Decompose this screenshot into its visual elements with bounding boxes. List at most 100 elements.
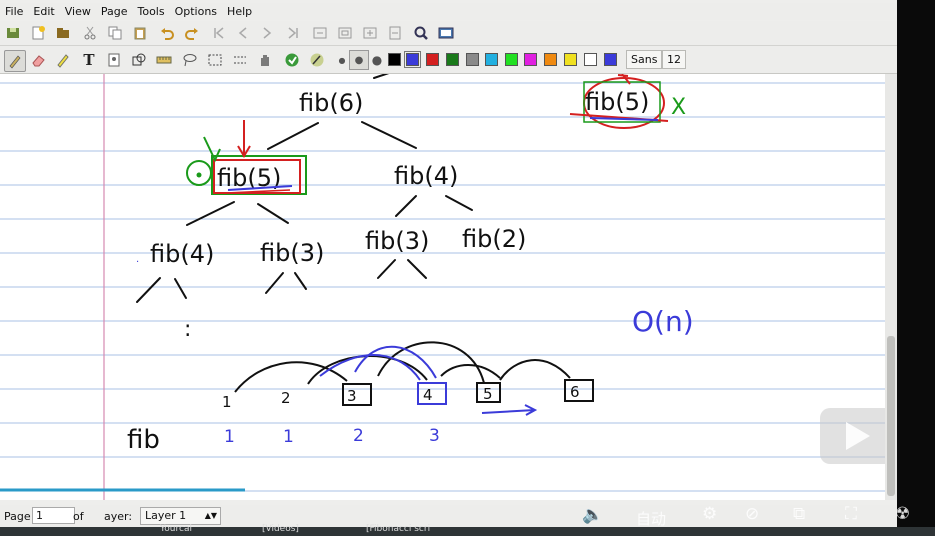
menu-file[interactable]: File [0, 3, 28, 18]
menu-edit[interactable]: Edit [28, 3, 59, 18]
new-page-icon[interactable] [29, 24, 47, 42]
settings-icon[interactable]: ⚙ [702, 504, 717, 524]
zoom-out-icon[interactable] [311, 24, 329, 42]
play-icon [846, 422, 870, 450]
color-swatch[interactable] [584, 53, 597, 66]
color-swatch[interactable] [485, 53, 498, 66]
page-label: Page [4, 510, 31, 523]
image-tool-icon[interactable] [105, 51, 123, 69]
default-tool-icon[interactable] [283, 51, 301, 69]
continuation-dots: : [184, 317, 191, 342]
color-swatch[interactable] [466, 53, 479, 66]
color-swatch[interactable] [404, 51, 421, 68]
ruled-page: fib(6) fib(5) fib(4) fib(4) fib(3) fib(3… [0, 74, 885, 500]
highlighter-icon[interactable] [54, 51, 72, 69]
complexity-label: O(n) [632, 305, 694, 338]
number-5: 5 [483, 385, 493, 403]
menu-page[interactable]: Page [96, 3, 133, 18]
menu-tools[interactable]: Tools [132, 3, 169, 18]
taskbar-item-xournal[interactable]: Yourcal [160, 524, 192, 534]
menu-help[interactable]: Help [222, 3, 257, 18]
cut-icon[interactable] [81, 24, 99, 42]
last-page-icon[interactable] [284, 24, 302, 42]
page-number-input[interactable]: 1 [32, 507, 75, 524]
lasso-icon[interactable] [181, 51, 199, 69]
taskbar-item-videos[interactable]: [Videos] [262, 524, 299, 534]
fib-value-2: 1 [283, 427, 294, 447]
number-6: 6 [570, 383, 580, 401]
first-page-icon[interactable] [210, 24, 228, 42]
pip-icon[interactable]: ⧉ [793, 504, 805, 524]
black-arcs [234, 341, 571, 393]
medium-dot-icon[interactable]: ● [349, 50, 369, 70]
prev-page-icon[interactable] [234, 24, 252, 42]
font-family-button[interactable]: Sans [626, 50, 663, 69]
color-swatch[interactable] [524, 53, 537, 66]
menu-view[interactable]: View [60, 3, 96, 18]
color-swatch[interactable] [564, 53, 577, 66]
tree-root: fib(6) [299, 89, 363, 117]
color-swatch[interactable] [604, 53, 617, 66]
tree-node-fib4-left: fib(4) [150, 240, 214, 268]
taskbar: Yourcal [Videos] [Fibonacci scri [0, 524, 935, 536]
page-of-label: of [73, 510, 84, 523]
hand-icon[interactable] [256, 51, 274, 69]
dropdown-arrow-icon: ▲▼ [204, 511, 217, 520]
fib-value-4: 3 [429, 426, 440, 446]
no-signal-icon[interactable]: ⊘ [745, 504, 759, 524]
fullscreen-toggle-icon[interactable]: ⛶ [845, 504, 857, 524]
zoom-in-icon[interactable] [361, 24, 379, 42]
thick-dot-icon[interactable]: ● [368, 51, 386, 69]
default-pen-icon[interactable] [308, 51, 326, 69]
menu-options[interactable]: Options [170, 3, 222, 18]
tree-node-fib4: fib(4) [394, 162, 458, 190]
copy-icon[interactable] [106, 24, 124, 42]
play-button-overlay[interactable] [820, 408, 885, 464]
color-swatch[interactable] [544, 53, 557, 66]
undo-icon[interactable] [158, 24, 176, 42]
layer-select[interactable]: Layer 1 ▲▼ [140, 507, 221, 525]
number-1: 1 [222, 393, 232, 411]
corner-logo-icon: ☢ [895, 504, 911, 524]
drawing-canvas[interactable]: fib(6) fib(5) fib(4) fib(4) fib(3) fib(3… [0, 74, 885, 500]
stray-dot: . [136, 254, 139, 265]
page-width-icon[interactable] [386, 24, 404, 42]
fib-value-3: 2 [353, 426, 364, 446]
number-4: 4 [423, 386, 433, 404]
color-swatch[interactable] [388, 53, 401, 66]
scroll-thumb[interactable] [887, 336, 895, 496]
corner-cross: X [671, 95, 686, 120]
number-2: 2 [281, 389, 291, 407]
main-toolbar [0, 21, 897, 46]
volume-icon[interactable]: 🔈 [582, 505, 603, 525]
tools-toolbar: T ● ● ● Sans 12 [0, 46, 897, 74]
pen-icon[interactable] [4, 50, 26, 72]
zoom-fit-icon[interactable] [336, 24, 354, 42]
xournal-window: FileEditViewPageToolsOptionsHelp T [0, 0, 897, 536]
tree-node-fib2: fib(2) [462, 225, 526, 253]
color-swatch[interactable] [505, 53, 518, 66]
auto-quality-label[interactable]: 自动 [636, 508, 666, 529]
color-swatch[interactable] [426, 53, 439, 66]
text-tool-icon[interactable]: T [80, 51, 98, 69]
search-icon[interactable] [412, 24, 430, 42]
number-3: 3 [347, 387, 357, 405]
corner-fib5: fib(5) [585, 88, 649, 116]
fullscreen-icon[interactable] [437, 24, 455, 42]
taskbar-item-fibonacci[interactable]: [Fibonacci scri [366, 524, 430, 534]
open-icon[interactable] [54, 24, 72, 42]
redo-icon[interactable] [183, 24, 201, 42]
number-boxes [342, 379, 594, 406]
next-page-icon[interactable] [258, 24, 276, 42]
font-size-button[interactable]: 12 [662, 50, 686, 69]
layer-label: ayer: [104, 510, 133, 523]
eraser-icon[interactable] [29, 51, 47, 69]
paste-icon[interactable] [131, 24, 149, 42]
vertical-scrollbar[interactable] [885, 74, 897, 500]
vertical-space-icon[interactable] [231, 51, 249, 69]
shape-recognizer-icon[interactable] [130, 51, 148, 69]
ruler-icon[interactable] [155, 51, 173, 69]
select-rect-icon[interactable] [206, 51, 224, 69]
color-swatch[interactable] [446, 53, 459, 66]
save-icon[interactable] [4, 24, 22, 42]
